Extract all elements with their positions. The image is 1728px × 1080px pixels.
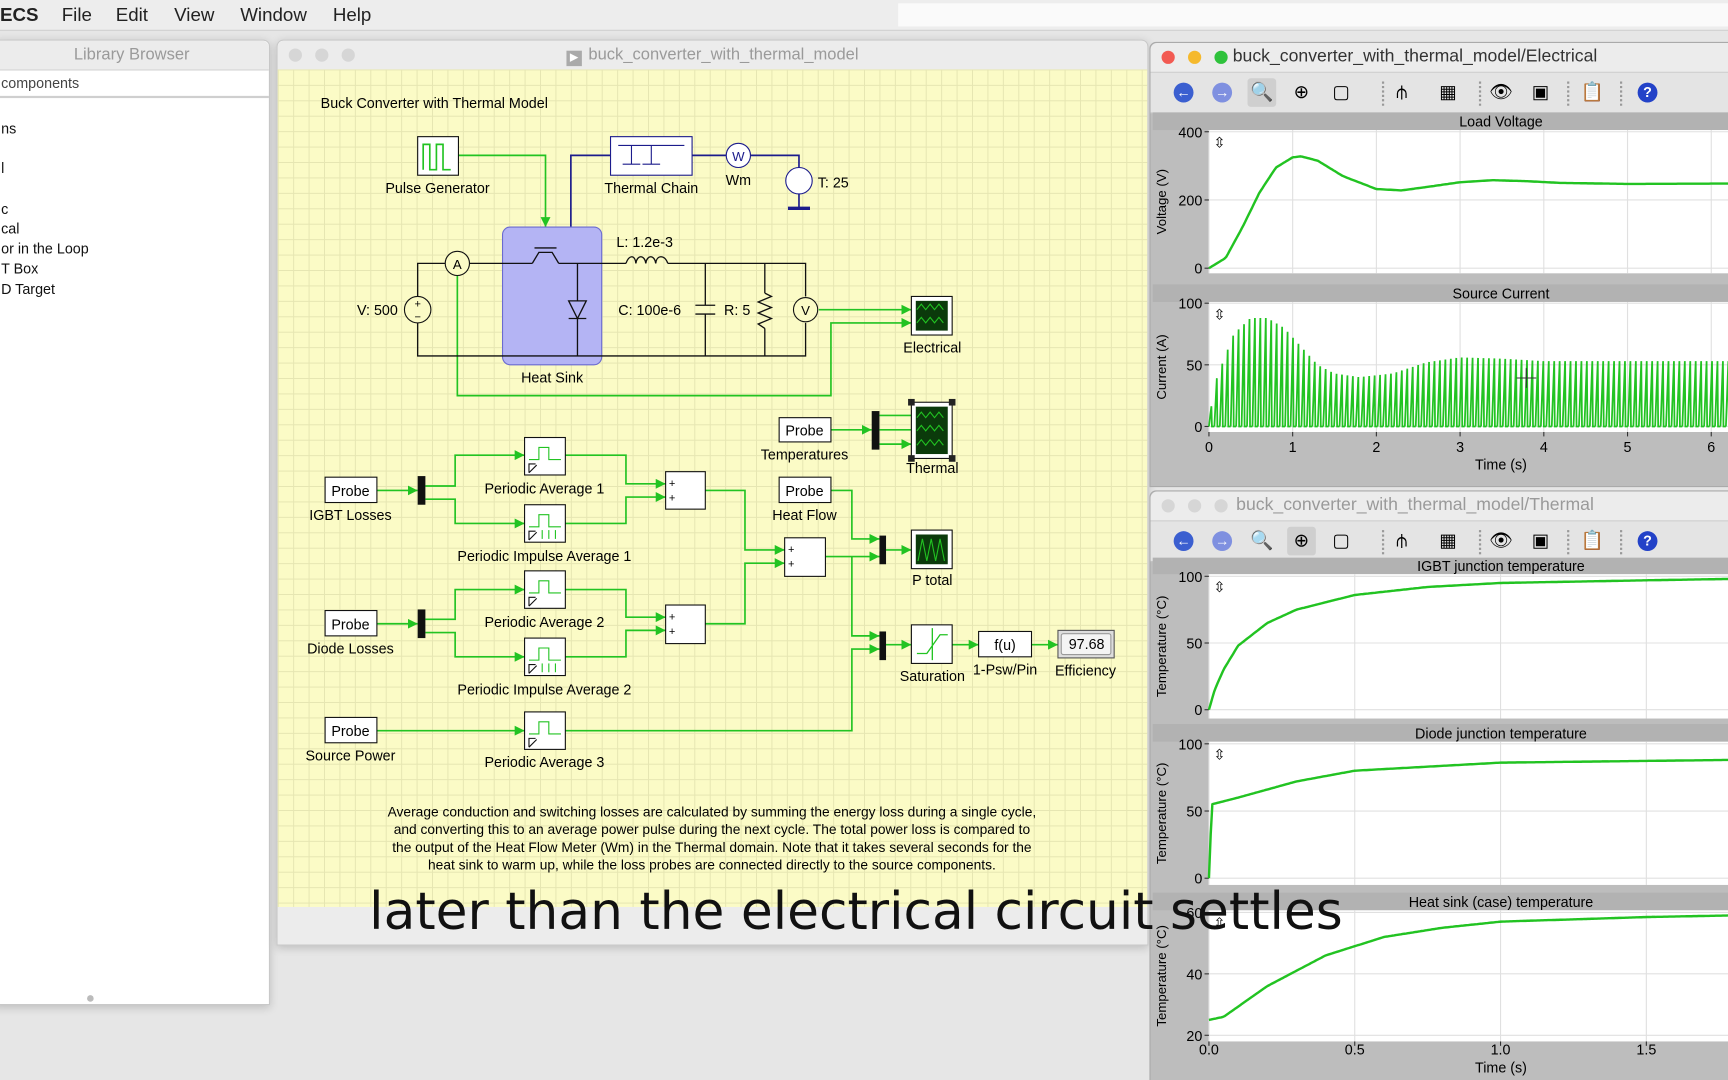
plot-title: Load Voltage — [1459, 115, 1543, 131]
x-tick-label: 1.0 — [1491, 1043, 1511, 1059]
x-tick-label: 5 — [1624, 440, 1632, 456]
x-axis-label: Time (s) — [1475, 1060, 1527, 1076]
axis-scale-icon[interactable]: ⇳ — [1213, 308, 1225, 324]
x-tick-label: 0.0 — [1199, 1043, 1219, 1059]
axis-scale-icon[interactable]: ⇳ — [1213, 747, 1225, 763]
x-tick-label: 3 — [1456, 440, 1464, 456]
y-axis-label: Temperature (°C) — [1154, 596, 1169, 698]
plot-title: Diode junction temperature — [1415, 726, 1587, 742]
axis-scale-icon[interactable]: ⇳ — [1213, 580, 1225, 596]
x-axis-label: Time (s) — [1475, 457, 1527, 473]
plot-title: IGBT junction temperature — [1417, 559, 1585, 575]
x-tick-label: 0 — [1205, 440, 1213, 456]
desktop: ECS File Edit View Window Help Library B… — [0, 0, 1728, 1080]
axis-scale-icon[interactable]: ⇳ — [1213, 136, 1225, 152]
plot-title-band — [1152, 112, 1728, 131]
y-tick-label: 400 — [1178, 125, 1202, 141]
x-tick-label: 1.5 — [1636, 1043, 1656, 1059]
y-axis-label: Voltage (V) — [1154, 169, 1169, 234]
x-tick-label: 0.5 — [1345, 1043, 1365, 1059]
x-tick-label: 2 — [1372, 440, 1380, 456]
x-tick-label: 4 — [1540, 440, 1548, 456]
plot-area[interactable] — [1208, 574, 1728, 719]
y-tick-label: 0 — [1194, 262, 1202, 278]
y-tick-label: 0 — [1194, 420, 1202, 436]
video-caption: later than the electrical circuit settle… — [369, 881, 1343, 943]
y-tick-label: 100 — [1178, 570, 1202, 586]
y-tick-label: 50 — [1186, 358, 1202, 374]
y-tick-label: 100 — [1178, 737, 1202, 753]
x-tick-label: 6 — [1707, 440, 1715, 456]
y-tick-label: 40 — [1186, 967, 1202, 983]
y-tick-label: 100 — [1178, 297, 1202, 313]
y-tick-label: 200 — [1178, 193, 1202, 209]
x-tick-label: 1 — [1289, 440, 1297, 456]
y-tick-label: 50 — [1186, 637, 1202, 653]
plot-title: Heat sink (case) temperature — [1409, 895, 1594, 911]
y-axis-label: Current (A) — [1154, 334, 1169, 399]
plot-title: Source Current — [1452, 287, 1549, 303]
y-tick-label: 50 — [1186, 805, 1202, 821]
plot-area[interactable] — [1208, 130, 1728, 274]
y-tick-label: 0 — [1194, 703, 1202, 719]
plot-title-band — [1152, 284, 1728, 302]
y-axis-label: Temperature (°C) — [1154, 763, 1169, 865]
